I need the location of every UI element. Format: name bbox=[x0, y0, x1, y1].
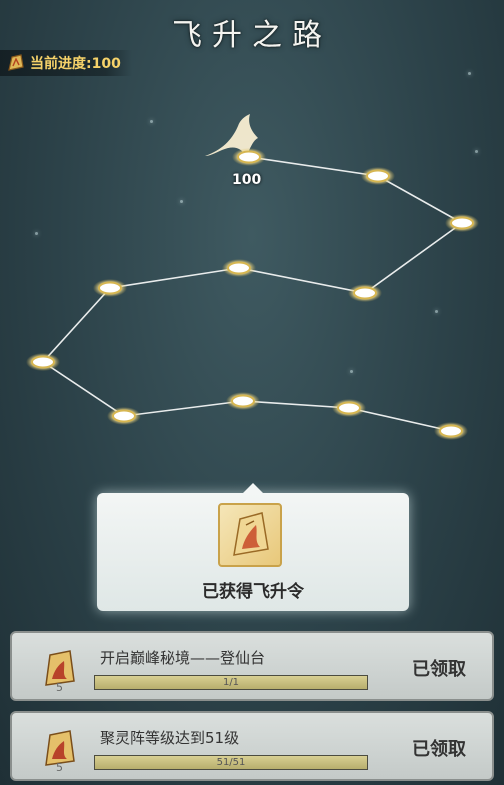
task-card: 5 开启巅峰秘境——登仙台 1/1 已领取 bbox=[10, 631, 494, 701]
tooltip-text: 已获得飞升令 bbox=[202, 582, 304, 602]
reward-count: 5 bbox=[56, 681, 63, 694]
path-node[interactable] bbox=[445, 214, 479, 232]
path-node[interactable] bbox=[226, 392, 260, 410]
path-node[interactable] bbox=[93, 279, 127, 297]
ascension-token-item[interactable] bbox=[218, 503, 282, 567]
task-card: 5 聚灵阵等级达到51级 51/51 已领取 bbox=[10, 711, 494, 781]
claimed-status[interactable]: 已领取 bbox=[412, 655, 466, 681]
task-progress-text: 1/1 bbox=[222, 677, 240, 688]
claimed-status[interactable]: 已领取 bbox=[412, 735, 466, 761]
task-name: 开启巅峰秘境——登仙台 bbox=[100, 649, 266, 667]
reward-tooltip: 已获得飞升令 bbox=[97, 483, 409, 611]
path-node-current[interactable] bbox=[232, 148, 266, 166]
task-name: 聚灵阵等级达到51级 bbox=[100, 729, 240, 747]
task-progress-text: 51/51 bbox=[216, 757, 246, 768]
path-node[interactable] bbox=[332, 399, 366, 417]
path-node[interactable] bbox=[26, 353, 60, 371]
path-node[interactable] bbox=[434, 422, 468, 440]
path-node[interactable] bbox=[222, 259, 256, 277]
path-node[interactable] bbox=[348, 284, 382, 302]
current-node-value: 100 bbox=[232, 172, 262, 188]
task-progress-bar: 51/51 bbox=[94, 755, 368, 770]
reward-count: 5 bbox=[56, 761, 63, 774]
task-progress-bar: 1/1 bbox=[94, 675, 368, 690]
ascension-token-icon bbox=[233, 512, 269, 556]
path-node[interactable] bbox=[361, 167, 395, 185]
path-node[interactable] bbox=[107, 407, 141, 425]
